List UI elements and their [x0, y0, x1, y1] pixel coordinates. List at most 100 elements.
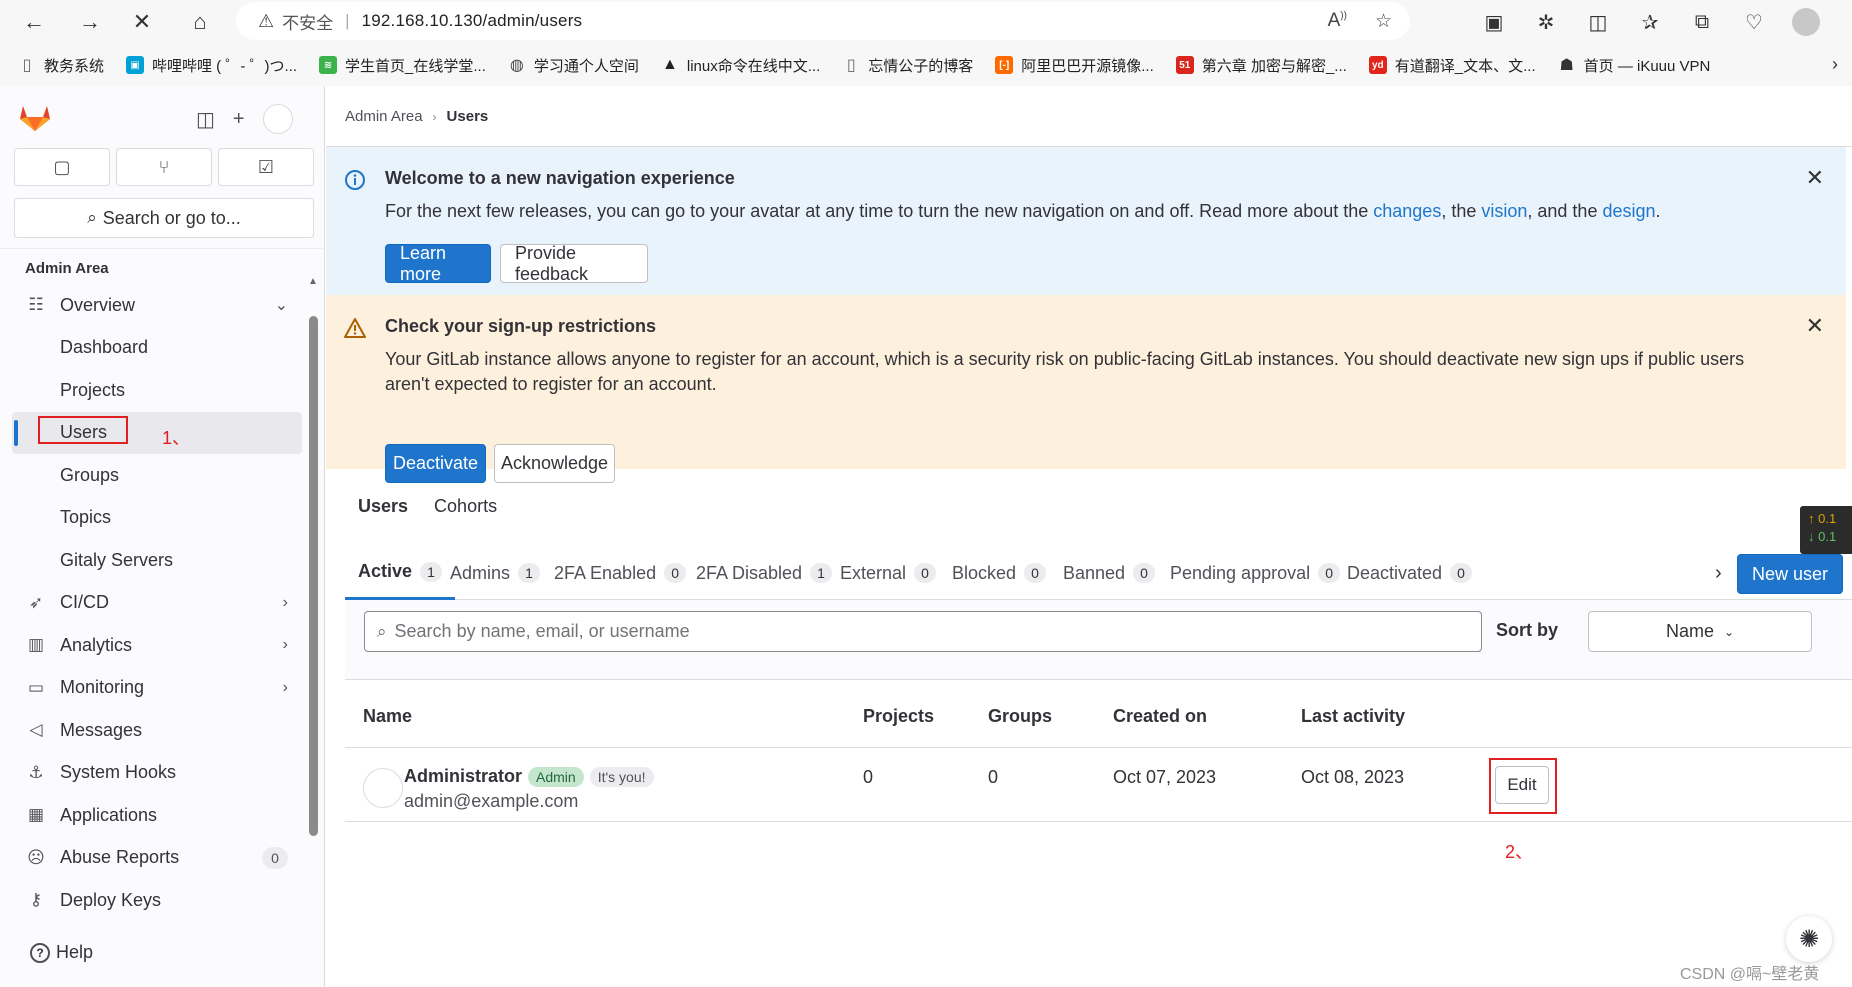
tab-users[interactable]: Users [345, 484, 421, 528]
sidebar-scrollbar[interactable]: ▲ ▼ [307, 276, 319, 936]
merge-requests-icon[interactable]: ⑂ [116, 148, 212, 186]
extension-icon[interactable]: ▣ [1478, 6, 1510, 38]
sidebar-item-gitaly-servers[interactable]: Gitaly Servers [12, 539, 302, 582]
filter-tab-2fa-enabled[interactable]: 2FA Enabled 0 [541, 546, 699, 600]
deactivate-button[interactable]: Deactivate [385, 444, 486, 483]
bookmark-item[interactable]: [-] 阿里巴巴开源镜像... [995, 55, 1154, 76]
count-badge: 1 [518, 563, 541, 583]
filter-tab-label: 2FA Enabled [554, 562, 657, 583]
url-text[interactable]: 192.168.10.130/admin/users [362, 11, 583, 31]
bookmark-item[interactable]: ◍ 学习通个人空间 [508, 55, 639, 76]
sidebar-nav-list: ☷ Overview ⌄ Dashboard Projects Users 1、 Groups… [12, 284, 302, 922]
sidebar-item-label: Dashboard [60, 337, 149, 358]
sidebar-item-label: Analytics [60, 634, 133, 655]
filter-tab-blocked[interactable]: Blocked 0 [939, 546, 1059, 600]
collections-icon[interactable]: ⧉ [1686, 6, 1718, 38]
sidebar-item-system-hooks[interactable]: ⚓ System Hooks [12, 752, 302, 795]
filter-tab-pending-approval[interactable]: Pending approval 0 [1157, 546, 1353, 600]
annotation-1: 1、 [162, 427, 191, 448]
read-aloud-icon[interactable]: A)) [1328, 10, 1347, 33]
chevron-right-icon: › [282, 678, 288, 696]
sidebar-item-ci-cd[interactable]: ➶ CI/CD › [12, 582, 302, 625]
count-badge: 1 [420, 561, 443, 582]
favorite-star-icon[interactable]: ☆ [1375, 10, 1392, 33]
sidebar-item-topics[interactable]: Topics [12, 497, 302, 540]
avatar[interactable] [363, 768, 403, 808]
sidebar-item-users[interactable]: Users 1、 [12, 411, 302, 454]
warning-icon [344, 317, 366, 339]
bookmark-item[interactable]: yd 有道翻译_文本、文... [1368, 55, 1536, 76]
home-icon[interactable]: ⌂ [182, 4, 218, 40]
changes-link[interactable]: changes [1373, 201, 1441, 221]
bookmark-item[interactable]: ▯ 忘情公子的博客 [842, 55, 973, 76]
sidebar-item-dashboard[interactable]: Dashboard [12, 327, 302, 370]
filter-tab-active[interactable]: Active 1 [345, 546, 456, 600]
bookmark-item[interactable]: ▯ 教务系统 [18, 55, 104, 76]
vision-link[interactable]: vision [1481, 201, 1527, 221]
new-user-button[interactable]: New user [1737, 554, 1844, 594]
todo-icon[interactable]: ☑ [218, 148, 314, 186]
sidebar-item-abuse-reports[interactable]: ☹ Abuse Reports 0 [12, 837, 302, 880]
sidebar-item-groups[interactable]: Groups [12, 454, 302, 497]
acknowledge-button[interactable]: Acknowledge [494, 444, 615, 483]
filter-tab-banned[interactable]: Banned 0 [1050, 546, 1168, 600]
close-icon[interactable]: ✕ [1806, 313, 1824, 339]
scrollbar-thumb[interactable] [309, 316, 318, 836]
sidebar-item-monitoring[interactable]: ▭ Monitoring › [12, 667, 302, 710]
filter-tab-external[interactable]: External 0 [827, 546, 949, 600]
sidebar-item-deploy-keys[interactable]: ⚷ Deploy Keys [12, 879, 302, 922]
sidebar-item-applications[interactable]: ▦ Applications [12, 794, 302, 837]
bookmark-item[interactable]: ☗ 首页 — iKuuu VPN [1558, 55, 1710, 76]
bookmark-label: 有道翻译_文本、文... [1394, 57, 1536, 75]
provide-feedback-button[interactable]: Provide feedback [500, 243, 648, 284]
filter-tab-2fa-disabled[interactable]: 2FA Disabled 1 [683, 546, 845, 600]
sidebar-item-label: System Hooks [60, 762, 177, 783]
profile-avatar[interactable] [1790, 6, 1822, 38]
address-bar[interactable]: ⚠ 不安全 | 192.168.10.130/admin/users A)) ☆ [236, 2, 1410, 40]
collapse-sidebar-icon[interactable]: ◫ [196, 107, 215, 132]
admin-badge: Admin [528, 766, 584, 787]
user-name-text[interactable]: Administrator [404, 766, 522, 787]
learn-more-button[interactable]: Learn more [385, 243, 491, 284]
user-name[interactable]: Administrator Admin It's you! [404, 766, 654, 787]
users-page-tabs: Users Cohorts [345, 484, 1852, 528]
sidebar-item-analytics[interactable]: ▥ Analytics › [12, 624, 302, 667]
back-icon[interactable]: ← [16, 4, 52, 40]
help-button[interactable]: ? Help [30, 942, 93, 963]
edit-user-button[interactable]: Edit [1495, 766, 1549, 804]
sidebar-item-projects[interactable]: Projects [12, 369, 302, 412]
browser-essentials-icon[interactable]: ♡ [1738, 6, 1770, 38]
close-icon[interactable]: ✕ [1806, 165, 1824, 191]
issues-icon[interactable]: ▢ [14, 148, 110, 186]
sidebar-search-button[interactable]: ⌕ Search or go to... [14, 198, 314, 238]
tab-cohorts[interactable]: Cohorts [421, 484, 510, 528]
forward-icon[interactable]: → [72, 4, 108, 40]
user-search-input[interactable]: ⌕ Search by name, email, or username [364, 611, 1482, 652]
create-new-icon[interactable]: + [233, 108, 245, 131]
puzzle-icon[interactable]: ✲ [1530, 6, 1562, 38]
design-link[interactable]: design [1602, 201, 1655, 221]
stop-loading-icon[interactable]: ✕ [124, 4, 160, 40]
bookmark-item[interactable]: ≋ 学生首页_在线学堂... [319, 55, 486, 76]
user-groups-count: 0 [988, 767, 999, 787]
gitlab-logo-icon[interactable] [18, 100, 52, 132]
scroll-up-icon[interactable]: ▲ [308, 276, 318, 287]
sort-dropdown[interactable]: Name ⌄ [1588, 611, 1812, 652]
bookmarks-more-icon[interactable]: › [1832, 54, 1838, 75]
bookmark-item[interactable]: ▲ linux命令在线中文... [661, 55, 820, 76]
favorites-icon[interactable]: ✰ [1634, 6, 1666, 38]
bookmark-item[interactable]: ▣ 哔哩哔哩 ( ゜- ゜)つ... [126, 55, 297, 76]
chevron-right-icon[interactable]: › [1715, 562, 1722, 585]
user-avatar[interactable] [262, 104, 293, 134]
split-screen-icon[interactable]: ◫ [1582, 6, 1614, 38]
breadcrumb-current[interactable]: Users [447, 108, 489, 125]
header-groups: Groups [988, 706, 1053, 726]
bookmark-label: 学生首页_在线学堂... [345, 57, 486, 75]
sidebar-item-messages[interactable]: ◁ Messages [12, 709, 302, 752]
bookmark-item[interactable]: 51 第六章 加密与解密_... [1175, 55, 1347, 76]
filter-tab-deactivated[interactable]: Deactivated 0 [1334, 546, 1485, 600]
breadcrumb-admin-area[interactable]: Admin Area [345, 108, 423, 125]
ai-assistant-icon[interactable]: ✺ [1786, 916, 1832, 962]
bookmark-label: linux命令在线中文... [686, 57, 821, 75]
sidebar-item-overview[interactable]: ☷ Overview ⌄ [12, 284, 302, 327]
